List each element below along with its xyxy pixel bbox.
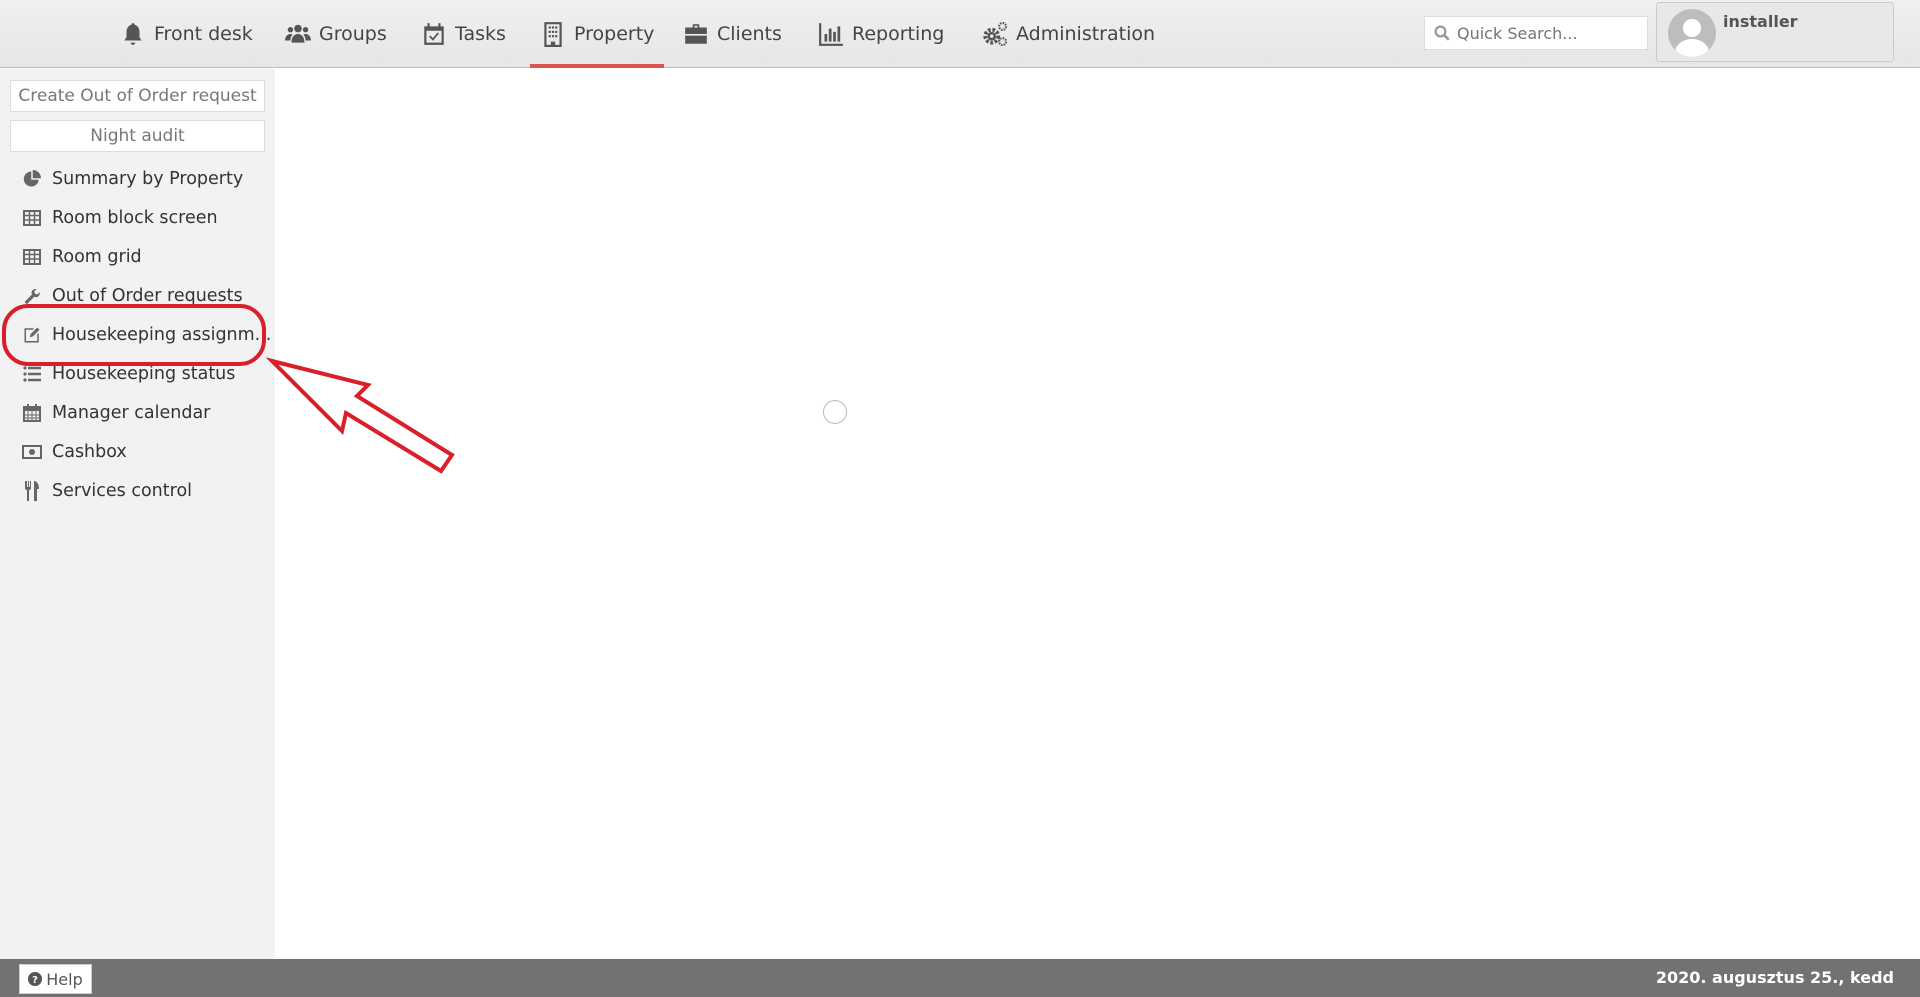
- sidebar-item-label: Out of Order requests: [52, 286, 243, 306]
- briefcase-icon: [685, 24, 707, 44]
- sidebar-item-label: Manager calendar: [52, 403, 211, 423]
- sidebar-item-label: Room block screen: [52, 208, 218, 228]
- nav-label: Clients: [717, 23, 782, 45]
- user-menu[interactable]: installer: [1656, 2, 1894, 62]
- table-icon: [22, 247, 42, 267]
- annotation-arrow: [265, 357, 455, 474]
- user-name: installer: [1723, 12, 1798, 31]
- footer-bar: ? Help 2020. augusztus 25., kedd: [0, 959, 1920, 997]
- nav-property[interactable]: Property: [529, 0, 665, 68]
- night-audit-button[interactable]: Night audit: [10, 120, 265, 152]
- avatar: [1668, 9, 1716, 57]
- loading-spinner: [823, 400, 847, 424]
- money-icon: [22, 442, 42, 462]
- create-out-of-order-button[interactable]: Create Out of Order request: [10, 80, 265, 112]
- nav-label: Tasks: [455, 23, 506, 45]
- nav-clients[interactable]: Clients: [683, 0, 782, 68]
- sidebar-item-label: Cashbox: [52, 442, 127, 462]
- nav-administration[interactable]: Administration: [982, 0, 1155, 68]
- svg-text:?: ?: [32, 975, 38, 986]
- search-input[interactable]: [1457, 23, 1637, 43]
- annotation-overlay: [2, 304, 455, 474]
- sidebar-item-housekeeping-status[interactable]: Housekeeping status: [22, 359, 235, 389]
- sidebar-item-manager-calendar[interactable]: Manager calendar: [22, 398, 210, 428]
- nav-tasks[interactable]: Tasks: [421, 0, 506, 68]
- nav-front-desk[interactable]: Front desk: [120, 0, 253, 68]
- users-icon: [285, 24, 311, 43]
- nav-groups[interactable]: Groups: [285, 0, 387, 68]
- nav-label: Reporting: [852, 23, 945, 45]
- sidebar-item-cashbox[interactable]: Cashbox: [22, 437, 127, 467]
- nav-label: Administration: [1016, 23, 1156, 45]
- sidebar-item-label: Housekeeping status: [52, 364, 236, 384]
- sidebar-item-label: Summary by Property: [52, 169, 244, 189]
- bar-chart-icon: [819, 23, 843, 46]
- sidebar-item-room-block-screen[interactable]: Room block screen: [22, 203, 218, 233]
- nav-reporting[interactable]: Reporting: [818, 0, 944, 68]
- nav-label: Groups: [319, 23, 387, 45]
- sidebar-item-out-of-order-requests[interactable]: Out of Order requests: [22, 281, 243, 311]
- sidebar-item-label: Services control: [52, 481, 193, 501]
- sidebar-item-summary-by-property[interactable]: Summary by Property: [22, 164, 243, 194]
- sidebar-item-housekeeping-assignment[interactable]: Housekeeping assignm...: [22, 320, 271, 350]
- building-icon: [544, 22, 562, 47]
- sidebar-item-services-control[interactable]: Services control: [22, 476, 192, 506]
- nav-label: Front desk: [154, 23, 253, 45]
- search-icon: [1434, 25, 1450, 41]
- calendar-check-icon: [424, 23, 444, 45]
- bell-icon: [124, 23, 142, 45]
- help-button[interactable]: ? Help: [19, 964, 92, 994]
- current-date: 2020. augusztus 25., kedd: [1655, 968, 1894, 987]
- sidebar-item-label: Room grid: [52, 247, 142, 267]
- help-label: Help: [46, 969, 83, 989]
- table-icon: [22, 208, 42, 228]
- pie-chart-icon: [22, 169, 42, 189]
- sidebar-item-label: Housekeeping assignm...: [52, 325, 272, 345]
- top-navigation-bar: Front desk Groups Tasks Property Clients…: [0, 0, 1920, 68]
- cutlery-icon: [22, 481, 42, 501]
- sidebar-item-room-grid[interactable]: Room grid: [22, 242, 142, 272]
- nav-label: Property: [574, 23, 655, 45]
- sidebar: Create Out of Order request Night audit …: [0, 69, 275, 959]
- quick-search[interactable]: [1424, 16, 1648, 50]
- question-circle-icon: ?: [28, 972, 43, 986]
- calendar-icon: [22, 403, 42, 423]
- edit-icon: [22, 325, 42, 345]
- list-icon: [22, 364, 42, 384]
- gears-icon: [983, 21, 1008, 47]
- wrench-icon: [22, 286, 42, 306]
